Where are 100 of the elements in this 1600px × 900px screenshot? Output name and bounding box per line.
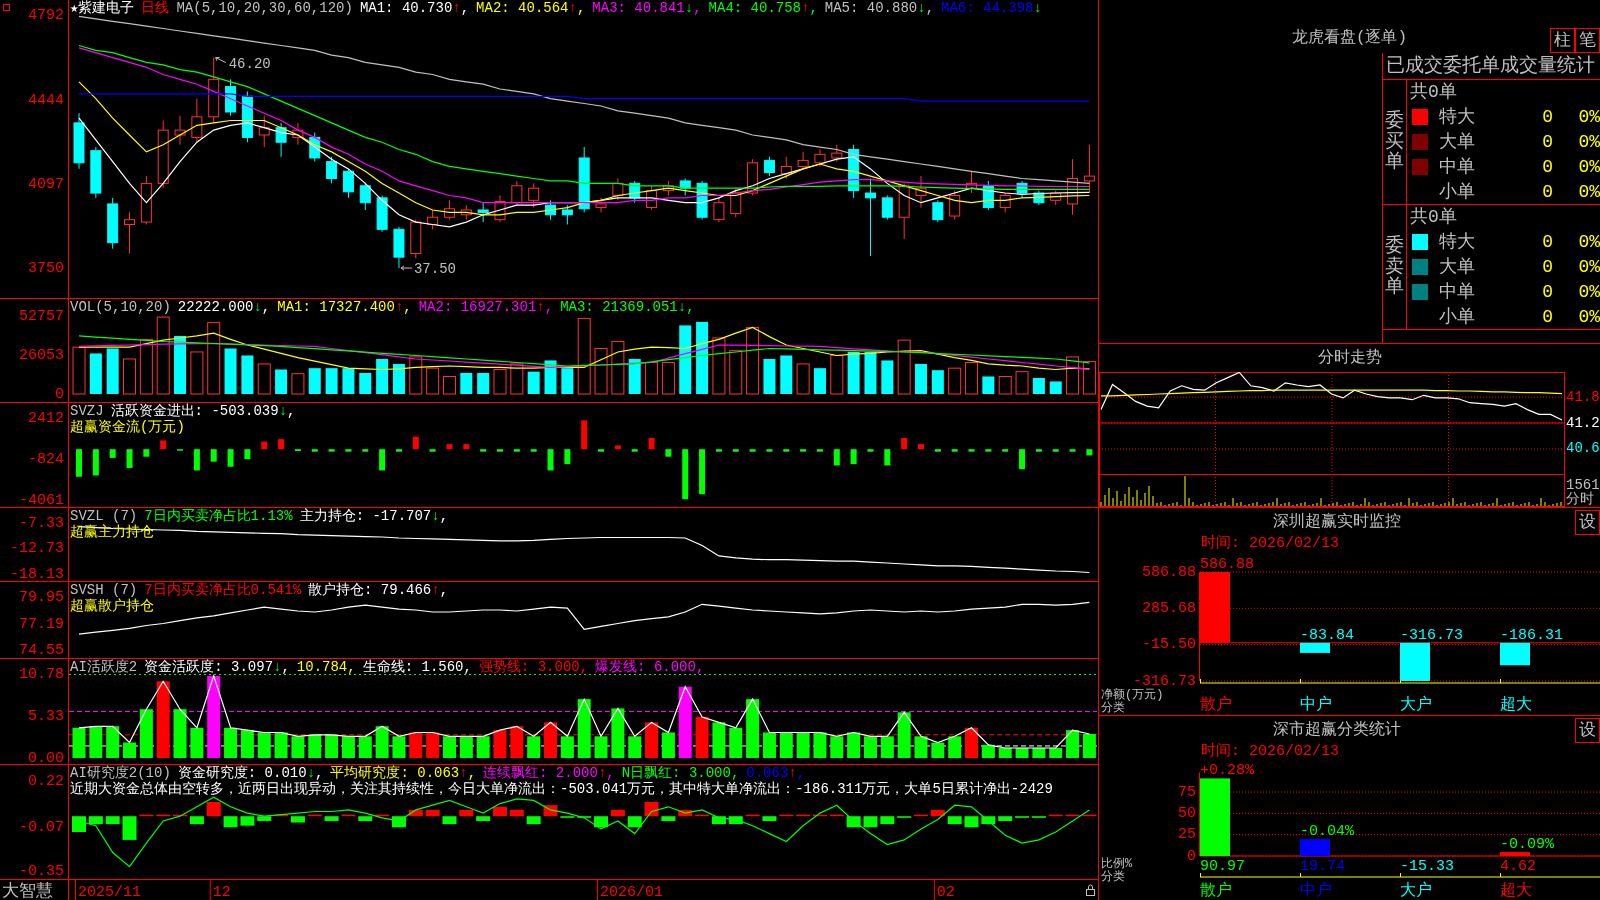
chart-bar	[1082, 814, 1097, 817]
chart-bar	[644, 802, 659, 817]
chart-bar	[328, 449, 335, 452]
chart-bar	[139, 709, 153, 759]
toggle-button[interactable]: 笔	[1575, 28, 1600, 53]
value-label: 4.62	[1500, 858, 1536, 875]
candlestick	[107, 197, 119, 250]
chart-bar	[763, 358, 776, 394]
chart-bar	[459, 736, 473, 759]
legend-text: 10.784,	[296, 659, 356, 675]
chart-bar	[1052, 449, 1059, 452]
candlestick	[932, 199, 944, 223]
legend-text: N日飘红: 3.000,	[621, 765, 740, 781]
chart-bar	[358, 816, 373, 821]
legend-text: ★紫建电子	[70, 0, 135, 16]
chart-bar	[628, 358, 641, 394]
candlestick	[814, 149, 826, 167]
toggle-button[interactable]: 柱	[1550, 28, 1575, 53]
axis-tick-label: -7.33	[19, 515, 64, 532]
chart-bar	[864, 736, 877, 759]
chart-bar	[375, 726, 389, 759]
candlestick	[90, 146, 102, 199]
axis-title: 分类	[1101, 871, 1126, 884]
chart-bar	[965, 727, 978, 759]
chart-bar	[863, 816, 878, 828]
chart-bar	[160, 440, 167, 450]
axis-tick-label: 586.88	[1142, 563, 1196, 581]
candlestick	[915, 175, 927, 209]
chart-bar	[611, 708, 625, 759]
order-share: 0%	[1577, 255, 1600, 278]
chart-bar	[598, 449, 605, 452]
candlestick	[73, 112, 85, 170]
order-size-label: 大单	[1439, 130, 1476, 153]
chart-bar	[341, 736, 355, 759]
chart-bar	[981, 744, 995, 759]
legend-text: 22222.000↓,	[177, 299, 271, 315]
chart-bar	[359, 373, 372, 394]
settings-button[interactable]: 设	[1575, 510, 1600, 535]
order-share: 0%	[1577, 155, 1600, 178]
chart-bar	[1002, 449, 1009, 452]
chart-bar	[392, 363, 405, 394]
order-share: 0%	[1577, 230, 1600, 253]
order-size-label: 中单	[1439, 155, 1476, 178]
chart-bar	[897, 712, 911, 759]
chart-bar	[257, 363, 271, 395]
chart-bar	[627, 816, 642, 828]
chart-bar	[544, 722, 557, 759]
chart-bar	[682, 449, 689, 500]
date-label: 02	[936, 884, 955, 900]
candlestick	[477, 202, 489, 223]
order-count: 0	[1541, 105, 1553, 128]
order-size-label: 小单	[1439, 305, 1476, 328]
chart-bar	[998, 816, 1013, 821]
candlestick	[1083, 144, 1095, 194]
axis-tick-label: 4792	[28, 7, 64, 25]
change-label: -0.09%	[1500, 836, 1554, 854]
candlestick	[359, 182, 371, 211]
chart-bar	[425, 809, 440, 817]
order-share: 0%	[1577, 130, 1600, 153]
chart-bar	[76, 449, 82, 477]
chart-bar	[648, 437, 655, 450]
chart-bar	[493, 369, 507, 395]
chart-bar	[174, 335, 187, 394]
total-label: 共0单	[1410, 82, 1457, 102]
category-label: 大户	[1400, 696, 1432, 714]
chart-bar	[1049, 747, 1063, 759]
legend-text: MA2: 40.564↑,	[476, 0, 586, 16]
axis-title: 分类	[1101, 702, 1126, 715]
legend-text: 超赢散户持仓	[70, 598, 154, 614]
candlestick	[309, 132, 321, 163]
candlestick	[966, 170, 977, 194]
chart-bar	[833, 449, 840, 466]
timestamp-label: 时间: 2026/02/13	[1201, 535, 1340, 552]
candlestick	[174, 115, 186, 146]
chart-bar	[729, 350, 743, 395]
legend-text: MA1: 40.730↑,	[359, 0, 470, 16]
chart-bar	[699, 449, 706, 495]
candlestick	[679, 178, 691, 196]
order-share: 0%	[1577, 305, 1600, 328]
value-label: 19.74	[1300, 858, 1345, 875]
chart-bar	[477, 373, 490, 394]
chart-bar	[847, 351, 860, 394]
chart-bar	[342, 368, 355, 394]
settings-button[interactable]: 设	[1575, 718, 1600, 743]
axis-tick-label: 4097	[28, 175, 64, 193]
chart-bar	[947, 816, 962, 825]
order-count: 0	[1541, 130, 1553, 153]
chart-bar	[106, 726, 120, 759]
axis-tick-label: 77.19	[19, 616, 64, 634]
chart-bar	[631, 449, 638, 452]
chart-bar	[715, 449, 722, 452]
candlestick	[696, 180, 708, 221]
chart-bar	[914, 814, 928, 817]
axis-title: 净额(万元)	[1101, 689, 1164, 702]
chart-bar	[227, 449, 234, 467]
candlestick	[528, 182, 540, 209]
category-label: 超大	[1500, 696, 1532, 714]
chart-bar	[426, 732, 440, 759]
value-label: -15.33	[1400, 858, 1454, 875]
chart-bar	[105, 816, 120, 825]
